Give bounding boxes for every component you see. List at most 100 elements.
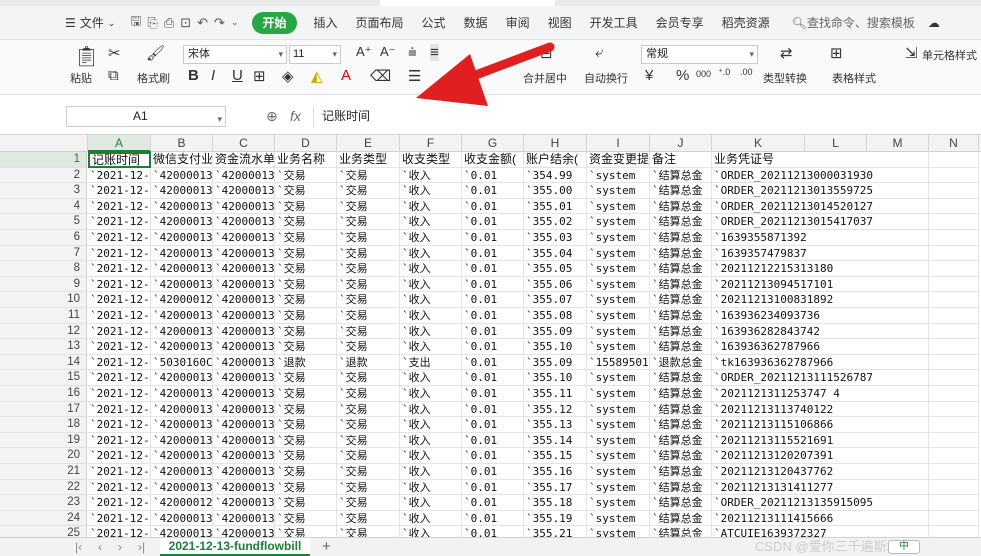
table-cell[interactable]: `system	[587, 495, 650, 511]
table-cell[interactable]: `system	[587, 245, 650, 262]
align-middle-icon[interactable]: ≡	[430, 44, 439, 61]
row-header[interactable]: 2	[0, 167, 87, 184]
table-cell[interactable]: `42000013	[213, 261, 275, 277]
table-cell[interactable]: `0.01	[462, 448, 524, 464]
table-cell[interactable]: `42000013	[213, 339, 275, 355]
table-cell[interactable]: `0.01	[462, 261, 524, 277]
table-cell[interactable]: `ORDER_20211213111526787	[712, 370, 929, 386]
row-header[interactable]: 23	[0, 495, 87, 511]
row-header[interactable]: 19	[0, 432, 87, 449]
table-cell[interactable]: `收入	[400, 417, 462, 433]
column-header-i[interactable]: I	[587, 135, 650, 152]
table-cell[interactable]: `交易	[337, 230, 400, 246]
table-cell[interactable]: `system	[587, 464, 650, 480]
table-cell[interactable]: `0.01	[462, 510, 524, 527]
column-header-e[interactable]: E	[337, 135, 400, 152]
table-cell[interactable]: `42000013	[151, 448, 213, 464]
table-cell[interactable]: `交易	[337, 308, 400, 324]
table-cell[interactable]: `收入	[400, 479, 462, 496]
table-cell[interactable]: `355.05	[524, 261, 587, 277]
row-header[interactable]: 6	[0, 230, 87, 246]
table-cell[interactable]: `收入	[400, 230, 462, 246]
select-all-corner[interactable]	[0, 135, 88, 152]
table-cell[interactable]: `收入	[400, 261, 462, 277]
table-cell[interactable]: `5030160C	[151, 354, 213, 371]
table-cell[interactable]: `交易	[337, 510, 400, 527]
row-header[interactable]: 21	[0, 464, 87, 480]
table-cell[interactable]: `system	[587, 417, 650, 433]
next-sheet-icon[interactable]: ›	[118, 540, 122, 554]
font-name-select[interactable]: 宋体 ▾	[183, 45, 287, 64]
table-cell[interactable]: `收入	[400, 323, 462, 340]
row-header[interactable]: 10	[0, 292, 87, 308]
row-header[interactable]: 4	[0, 198, 87, 215]
paste-icon[interactable]: 📋︎	[74, 44, 99, 69]
table-cell[interactable]: `交易	[275, 386, 337, 402]
header-cell[interactable]: 业务类型	[337, 152, 400, 168]
table-cell[interactable]: `2021-12-	[88, 495, 151, 511]
table-cell[interactable]: `system	[587, 510, 650, 527]
copy-icon[interactable]: ⧉	[108, 67, 119, 84]
table-cell[interactable]: `收入	[400, 464, 462, 480]
column-header-m[interactable]: M	[867, 135, 929, 152]
table-cell[interactable]: `收入	[400, 526, 462, 537]
table-cell[interactable]: `收入	[400, 432, 462, 449]
table-cell[interactable]: `收入	[400, 448, 462, 464]
table-cell[interactable]: `1639357479837	[712, 245, 929, 262]
table-cell[interactable]: `收入	[400, 183, 462, 199]
last-sheet-icon[interactable]: ›|	[138, 540, 145, 554]
cell-style-icon[interactable]: ⇲	[905, 44, 918, 62]
table-cell[interactable]: `0.01	[462, 198, 524, 215]
table-cell[interactable]: `355.16	[524, 464, 587, 480]
table-cell[interactable]	[929, 230, 979, 246]
tab-insert[interactable]: 插入	[305, 12, 347, 34]
table-cell[interactable]: `支出	[400, 354, 462, 371]
table-cell[interactable]: `0.01	[462, 308, 524, 324]
table-cell[interactable]	[929, 292, 979, 308]
table-cell[interactable]	[929, 214, 979, 230]
column-header-h[interactable]: H	[524, 135, 587, 152]
table-cell[interactable]: `20211213094517101	[712, 276, 929, 293]
wrap-text-icon[interactable]: ⤶	[595, 44, 603, 61]
header-cell[interactable]: 微信支付业	[151, 152, 213, 168]
clear-format-icon[interactable]: ⌫	[370, 67, 391, 85]
table-cell[interactable]: `收入	[400, 370, 462, 386]
italic-button[interactable]: I	[211, 67, 215, 84]
type-convert-icon[interactable]: ⇄	[780, 44, 793, 62]
header-cell[interactable]: 业务凭证号	[712, 152, 929, 168]
row-header[interactable]: 25	[0, 526, 87, 537]
table-cell[interactable]: `交易	[275, 510, 337, 527]
cut-icon[interactable]: ✂	[108, 44, 121, 62]
table-cell[interactable]: `system	[587, 432, 650, 449]
table-cell[interactable]	[929, 386, 979, 402]
table-cell[interactable]: `42000013	[213, 432, 275, 449]
table-cell[interactable]: `42000013	[213, 354, 275, 371]
table-cell[interactable]: `交易	[337, 323, 400, 340]
table-cell[interactable]	[929, 464, 979, 480]
table-cell[interactable]: `20211213115106866	[712, 417, 929, 433]
table-cell[interactable]: `结算总金	[650, 401, 712, 418]
table-cell[interactable]: `交易	[337, 198, 400, 215]
table-cell[interactable]: `0.01	[462, 323, 524, 340]
table-cell[interactable]: `结算总金	[650, 183, 712, 199]
table-cell[interactable]: `交易	[275, 464, 337, 480]
underline-button[interactable]: U	[232, 67, 243, 84]
row-header[interactable]: 7	[0, 245, 87, 262]
row-header[interactable]: 11	[0, 308, 87, 324]
tab-view[interactable]: 视图	[539, 12, 581, 34]
table-cell[interactable]: `0.01	[462, 167, 524, 184]
table-cell[interactable]: `20211213100831892	[712, 292, 929, 308]
tab-developer[interactable]: 开发工具	[581, 12, 647, 34]
table-cell[interactable]: `42000013	[151, 167, 213, 184]
table-cell[interactable]	[929, 526, 979, 537]
table-cell[interactable]	[929, 479, 979, 496]
table-cell[interactable]: `355.17	[524, 479, 587, 496]
table-cell[interactable]: `42000013	[151, 245, 213, 262]
table-cell[interactable]	[929, 276, 979, 293]
table-cell[interactable]: `42000013	[151, 526, 213, 537]
table-cell[interactable]: `交易	[337, 276, 400, 293]
table-cell[interactable]: `交易	[275, 183, 337, 199]
header-cell[interactable]: 账户结余(	[524, 152, 587, 168]
column-header-g[interactable]: G	[462, 135, 524, 152]
tab-data[interactable]: 数据	[455, 12, 497, 34]
